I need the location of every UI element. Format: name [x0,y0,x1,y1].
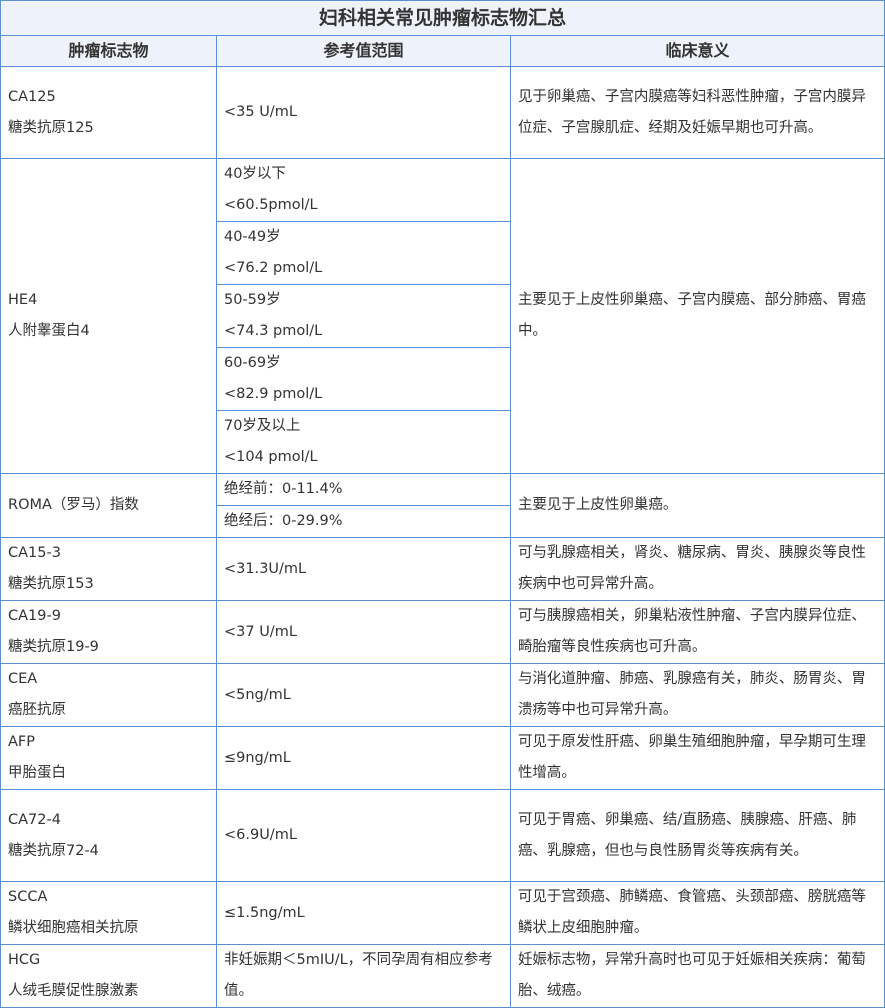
reference-cell: <6.9U/mL [215,789,511,882]
table-header-row: 肿瘤标志物 参考值范围 临床意义 [0,35,885,67]
marker-table-sheet: 妇科相关常见肿瘤标志物汇总 肿瘤标志物 参考值范围 临床意义 CA125 糖类抗… [0,0,885,1008]
table-title: 妇科相关常见肿瘤标志物汇总 [0,0,885,36]
reference-age: 50-59岁 [223,292,281,308]
marker-cell: HE4 人附睾蛋白4 [0,158,217,474]
table-row: HE4 人附睾蛋白4 40岁以下 <60.5pmol/L 主要见于上皮性卵巢癌、… [0,158,885,474]
significance-cell: 可见于胃癌、卵巢癌、结/直肠癌、胰腺癌、肝癌、肺癌、乳腺癌，但也与良性肠胃炎等疾… [509,789,885,882]
marker-name: CEA [8,671,38,687]
table-row: HCG 人绒毛膜促性腺激素 非妊娠期＜5mIU/L，不同孕周有相应参考值。 妊娠… [0,944,885,1008]
significance-cell: 可见于宫颈癌、肺鳞癌、食管癌、头颈部癌、膀胱癌等鳞状上皮细胞肿瘤。 [509,881,885,945]
reference-age: 60-69岁 [223,355,281,371]
reference-value: <74.3 pmol/L [223,323,323,339]
reference-subcell: 绝经后：0-29.9% [215,505,511,538]
reference-age: 40岁以下 [223,166,286,182]
reference-cell: ≤9ng/mL [215,726,511,790]
marker-cell: CA19-9 糖类抗原19-9 [0,600,217,664]
significance-cell: 与消化道肿瘤、肺癌、乳腺癌有关，肺炎、肠胃炎、胃溃疡等中也可异常升高。 [509,663,885,727]
significance-cell: 可见于原发性肝癌、卵巢生殖细胞肿瘤，早孕期可生理性增高。 [509,726,885,790]
marker-cell: CEA 癌胚抗原 [0,663,217,727]
marker-name: SCCA [8,889,48,905]
reference-cell: <35 U/mL [215,66,511,159]
reference-age: 40-49岁 [223,229,281,245]
marker-alias: 癌胚抗原 [8,702,66,718]
reference-cell: <5ng/mL [215,663,511,727]
significance-cell: 见于卵巢癌、子宫内膜癌等妇科恶性肿瘤，子宫内膜异位症、子宫腺肌症、经期及妊娠早期… [509,66,885,159]
table-row: CA72-4 糖类抗原72-4 <6.9U/mL 可见于胃癌、卵巢癌、结/直肠癌… [0,789,885,882]
marker-cell: SCCA 鳞状细胞癌相关抗原 [0,881,217,945]
marker-name: CA125 [8,88,56,105]
table-row: CA125 糖类抗原125 <35 U/mL 见于卵巢癌、子宫内膜癌等妇科恶性肿… [0,66,885,159]
reference-value: <60.5pmol/L [223,197,318,213]
reference-subcell: 40-49岁 <76.2 pmol/L [215,221,511,285]
reference-subcell: 40岁以下 <60.5pmol/L [215,158,511,222]
significance-cell: 主要见于上皮性卵巢癌、子宫内膜癌、部分肺癌、胃癌中。 [509,158,885,474]
significance-cell: 主要见于上皮性卵巢癌。 [509,473,885,538]
reference-subcell: 绝经前：0-11.4% [215,473,511,506]
marker-alias: 糖类抗原153 [8,576,94,592]
marker-name: HCG [8,952,41,968]
table-row: ROMA（罗马）指数 绝经前：0-11.4% 主要见于上皮性卵巢癌。 [0,473,885,538]
header-reference: 参考值范围 [215,35,511,67]
significance-cell: 可与乳腺癌相关，肾炎、糖尿病、胃炎、胰腺炎等良性疾病中也可异常升高。 [509,537,885,601]
marker-name: HE4 [8,292,38,308]
marker-alias: 糖类抗原19-9 [8,639,99,655]
reference-cell: ≤1.5ng/mL [215,881,511,945]
table-title-row: 妇科相关常见肿瘤标志物汇总 [0,0,885,36]
reference-value: <104 pmol/L [223,449,318,465]
marker-alias: 人绒毛膜促性腺激素 [8,983,139,999]
table-row: CA15-3 糖类抗原153 <31.3U/mL 可与乳腺癌相关，肾炎、糖尿病、… [0,537,885,601]
table-row: AFP 甲胎蛋白 ≤9ng/mL 可见于原发性肝癌、卵巢生殖细胞肿瘤，早孕期可生… [0,726,885,790]
reference-cell: <31.3U/mL [215,537,511,601]
marker-cell: CA15-3 糖类抗原153 [0,537,217,601]
table-row: SCCA 鳞状细胞癌相关抗原 ≤1.5ng/mL 可见于宫颈癌、肺鳞癌、食管癌、… [0,881,885,945]
marker-alias: 人附睾蛋白4 [8,323,90,339]
marker-cell: AFP 甲胎蛋白 [0,726,217,790]
reference-cell: 非妊娠期＜5mIU/L，不同孕周有相应参考值。 [215,944,511,1008]
table-row: CA19-9 糖类抗原19-9 <37 U/mL 可与胰腺癌相关，卵巢粘液性肿瘤… [0,600,885,664]
marker-name: CA72-4 [8,811,61,828]
table-row: CEA 癌胚抗原 <5ng/mL 与消化道肿瘤、肺癌、乳腺癌有关，肺炎、肠胃炎、… [0,663,885,727]
marker-alias: 糖类抗原125 [8,119,94,136]
marker-name: AFP [8,734,36,750]
marker-cell: ROMA（罗马）指数 [0,473,217,538]
significance-cell: 妊娠标志物，异常升高时也可见于妊娠相关疾病：葡萄胎、绒癌。 [509,944,885,1008]
marker-alias: 甲胎蛋白 [8,765,66,781]
significance-cell: 可与胰腺癌相关，卵巢粘液性肿瘤、子宫内膜异位症、畸胎瘤等良性疾病也可升高。 [509,600,885,664]
header-marker: 肿瘤标志物 [0,35,217,67]
reference-cell: <37 U/mL [215,600,511,664]
header-significance: 临床意义 [509,35,885,67]
marker-cell: HCG 人绒毛膜促性腺激素 [0,944,217,1008]
reference-age: 70岁及以上 [223,418,301,434]
marker-name: ROMA（罗马）指数 [8,497,139,513]
reference-subcell: 70岁及以上 <104 pmol/L [215,410,511,474]
marker-alias: 糖类抗原72-4 [8,842,99,859]
marker-alias: 鳞状细胞癌相关抗原 [8,920,139,936]
reference-value: <82.9 pmol/L [223,386,323,402]
tumor-marker-table: 妇科相关常见肿瘤标志物汇总 肿瘤标志物 参考值范围 临床意义 CA125 糖类抗… [0,0,885,1008]
marker-name: CA15-3 [8,545,61,561]
reference-subcell: 60-69岁 <82.9 pmol/L [215,347,511,411]
reference-value: <76.2 pmol/L [223,260,323,276]
marker-cell: CA72-4 糖类抗原72-4 [0,789,217,882]
marker-name: CA19-9 [8,608,61,624]
marker-cell: CA125 糖类抗原125 [0,66,217,159]
reference-subcell: 50-59岁 <74.3 pmol/L [215,284,511,348]
